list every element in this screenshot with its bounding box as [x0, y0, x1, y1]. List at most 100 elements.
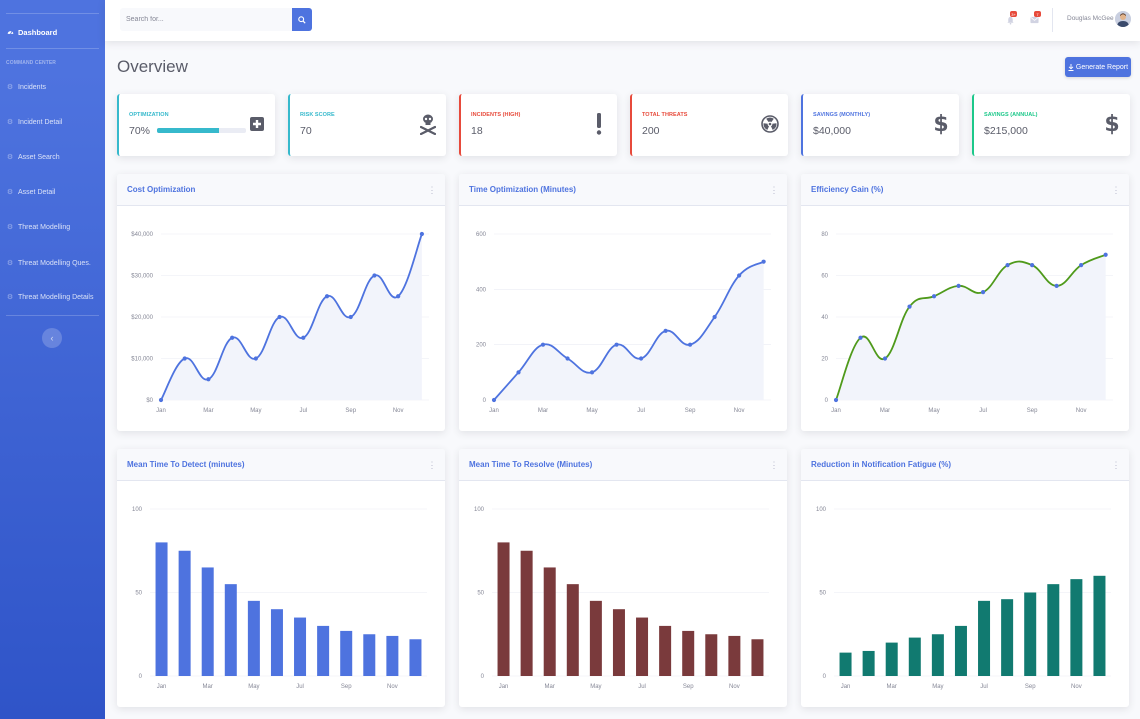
card-title: Cost Optimization: [127, 185, 196, 194]
kpi-value: $40,000: [813, 125, 851, 137]
progress-fill: [157, 128, 220, 133]
messages-button[interactable]: 7: [1027, 11, 1041, 27]
bar: [317, 625, 330, 676]
x-tick-label: May: [932, 684, 943, 690]
sidebar-item-incident-detail[interactable]: ⚙ Incident Detail: [0, 112, 105, 132]
x-tick-label: Mar: [880, 408, 890, 414]
ellipsis-vertical-icon[interactable]: ⋮: [770, 184, 779, 196]
sidebar-item-label: Dashboard: [18, 27, 58, 37]
y-tick-label: $40,000: [131, 232, 153, 238]
x-tick-label: May: [586, 408, 597, 414]
ellipsis-vertical-icon[interactable]: ⋮: [1112, 184, 1121, 196]
search-input[interactable]: [120, 8, 292, 31]
sidebar-item-threat-modelling-details[interactable]: ⚙ Threat Modelling Details: [0, 287, 105, 307]
data-point: [396, 294, 401, 299]
data-point: [230, 335, 235, 340]
chart-card-mean-time-to-detect: Mean Time To Detect (minutes) ⋮ 0 50 100 Ja…: [117, 449, 445, 707]
sidebar-item-label: Asset Search: [18, 153, 60, 161]
x-tick-label: Mar: [538, 408, 548, 414]
kpi-label: SAVINGS (MONTHLY): [813, 112, 871, 118]
avatar[interactable]: [1115, 11, 1131, 27]
cog-icon: ⚙: [6, 260, 14, 267]
kpi-label: SAVINGS (ANNUAL): [984, 112, 1038, 118]
search-button[interactable]: [292, 8, 312, 31]
bar: [862, 650, 875, 676]
card-title: Mean Time To Detect (minutes): [127, 460, 245, 469]
optimization-progress-bar: [157, 128, 246, 133]
data-point: [324, 294, 330, 299]
kpi-value: 18: [471, 125, 483, 137]
ellipsis-vertical-icon[interactable]: ⋮: [428, 459, 437, 471]
ellipsis-vertical-icon[interactable]: ⋮: [1112, 459, 1121, 471]
y-tick-label: 50: [477, 591, 484, 597]
sidebar-divider: [6, 48, 99, 49]
kpi-card-savings-annual: SAVINGS (ANNUAL) $215,000 $: [972, 94, 1130, 156]
generate-report-button[interactable]: Generate Report: [1065, 57, 1131, 77]
card-title: Reduction in Notification Fatigue (%): [811, 460, 951, 469]
user-name[interactable]: Douglas McGee: [1067, 15, 1114, 22]
y-tick-label: 0: [825, 398, 829, 404]
x-tick-label: Sep: [345, 408, 356, 414]
data-point: [688, 342, 693, 347]
bar: [931, 634, 944, 676]
bar: [751, 639, 764, 676]
download-icon: [1068, 63, 1074, 71]
x-tick-label: Nov: [1071, 684, 1082, 690]
sidebar-item-asset-detail[interactable]: ⚙ Asset Detail: [0, 182, 105, 202]
chart-card-notification-fatigue: Reduction in Notification Fatigue (%) ⋮ …: [801, 449, 1129, 707]
bar: [363, 634, 376, 676]
x-tick-label: Mar: [203, 684, 213, 690]
generate-report-label: Generate Report: [1075, 63, 1129, 71]
y-tick-label: 50: [135, 591, 142, 597]
user-avatar-icon: [1115, 11, 1131, 27]
sidebar-item-threat-modelling-ques[interactable]: ⚙ Threat Modelling Ques.: [0, 253, 105, 273]
ellipsis-vertical-icon[interactable]: ⋮: [770, 459, 779, 471]
x-tick-label: Nov: [729, 684, 740, 690]
sidebar-item-label: Threat Modelling: [18, 223, 71, 231]
x-tick-label: May: [248, 684, 259, 690]
bar: [636, 617, 649, 676]
ellipsis-vertical-icon[interactable]: ⋮: [428, 184, 437, 196]
x-tick-label: May: [590, 684, 601, 690]
sidebar-toggle-button[interactable]: ‹: [42, 328, 62, 348]
bar: [1001, 599, 1014, 676]
bar: [178, 550, 191, 676]
bar: [340, 630, 353, 676]
sidebar: Dashboard COMMAND CENTER ⚙ Incidents ⚙ I…: [0, 0, 105, 719]
kpi-value: 70%: [129, 125, 151, 137]
chart-card-time-optimization: Time Optimization (Minutes) ⋮ 0 200 400 600…: [459, 174, 787, 431]
y-tick-label: 600: [476, 232, 487, 238]
sidebar-item-dashboard[interactable]: Dashboard: [0, 22, 105, 42]
kpi-label: OPTIMIZATION: [129, 112, 169, 118]
alerts-button[interactable]: 3+: [1003, 11, 1017, 27]
sidebar-item-label: Incident Detail: [18, 118, 63, 126]
y-tick-label: 60: [821, 274, 828, 280]
cog-icon: ⚙: [6, 119, 14, 126]
bar: [885, 642, 898, 676]
cog-icon: ⚙: [6, 154, 14, 161]
bar-chart: 0 50 100 Jan Mar May Jul Sep Nov: [816, 507, 1111, 690]
bar: [908, 637, 921, 676]
cog-icon: ⚙: [6, 84, 14, 91]
bar: [1047, 584, 1060, 676]
radiation-icon: [760, 112, 780, 136]
x-tick-label: Jan: [157, 684, 167, 690]
sidebar-item-threat-modelling[interactable]: ⚙ Threat Modelling: [0, 217, 105, 237]
sidebar-item-asset-search[interactable]: ⚙ Asset Search: [0, 147, 105, 167]
data-point: [833, 397, 839, 403]
data-point: [491, 397, 497, 403]
bar: [1070, 579, 1083, 676]
data-point: [638, 356, 644, 361]
data-point: [1079, 263, 1084, 268]
bar: [270, 609, 283, 676]
data-point: [372, 273, 377, 278]
kpi-card-total-threats: TOTAL THREATS 200: [630, 94, 788, 156]
bar: [659, 625, 672, 676]
x-tick-label: Mar: [203, 408, 213, 414]
data-point: [858, 335, 863, 340]
data-point: [206, 377, 211, 382]
sidebar-item-incidents[interactable]: ⚙ Incidents: [0, 77, 105, 97]
dollar-icon: $: [1104, 111, 1120, 137]
x-tick-label: Jan: [831, 408, 841, 414]
bar: [409, 639, 422, 676]
